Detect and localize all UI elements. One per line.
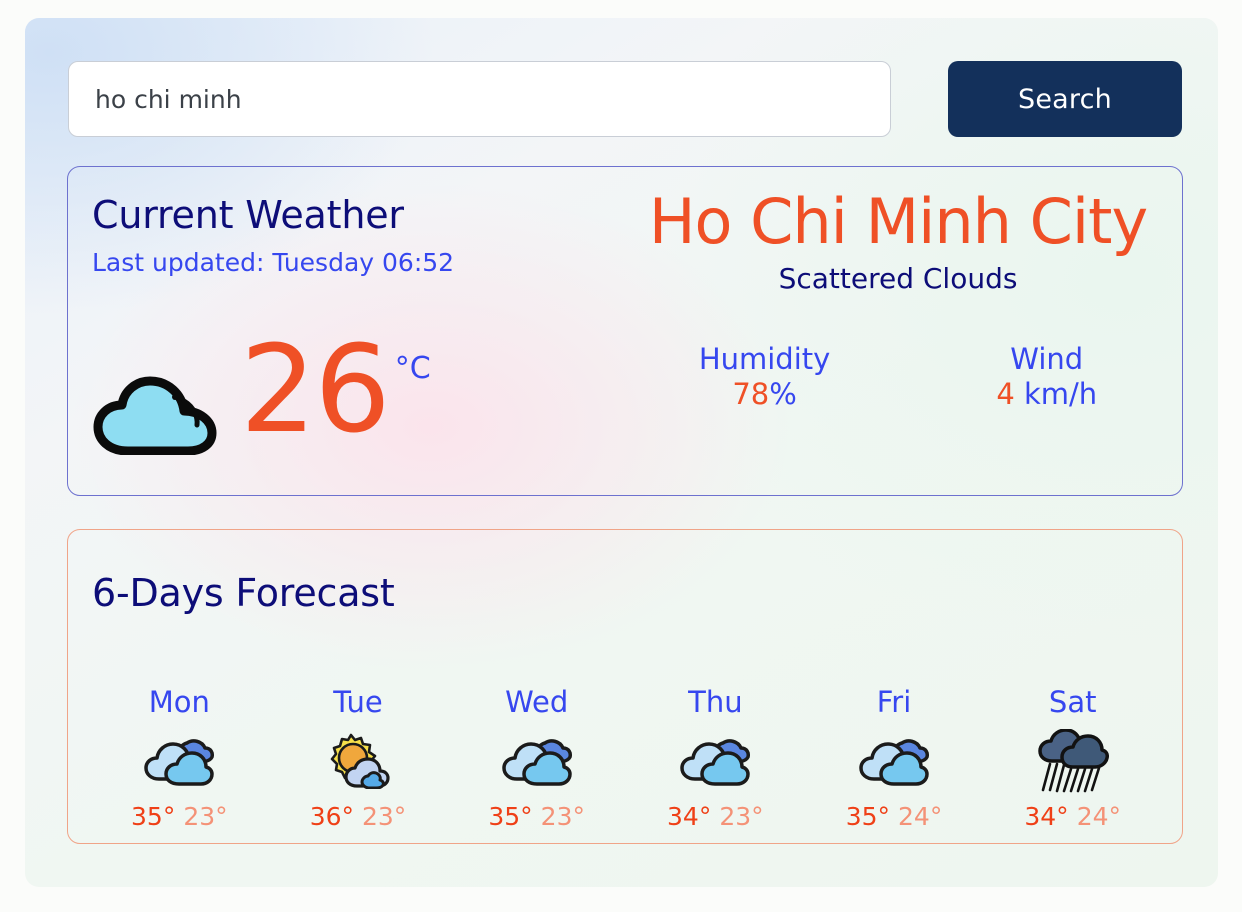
current-temperature-group: 26 °C (92, 321, 431, 460)
forecast-day: Thu 34° 23° (626, 685, 805, 832)
wind-value: 4 km/h (996, 377, 1097, 411)
forecast-high: 35° (845, 802, 891, 831)
last-updated-text: Last updated: Tuesday 06:52 (92, 248, 455, 277)
wind-unit: km/h (1014, 377, 1098, 412)
forecast-day-temps: 35° 23° (90, 802, 269, 831)
forecast-day-temps: 35° 23° (447, 802, 626, 831)
current-weather-heading-group: Current Weather Last updated: Tuesday 06… (92, 193, 454, 277)
forecast-day-name: Mon (148, 685, 210, 719)
forecast-day: Wed 35° 23° (447, 685, 626, 832)
forecast-day-name: Thu (688, 685, 743, 719)
forecast-high: 36° (309, 802, 354, 831)
forecast-day-temps: 36° 23° (269, 802, 448, 831)
broken-clouds-icon (805, 730, 984, 792)
forecast-day: Tue 36° 23° (269, 685, 448, 832)
current-weather-card: Current Weather Last updated: Tuesday 06… (67, 166, 1183, 496)
current-weather-summary: Ho Chi Minh City Scattered Clouds Humidi… (628, 185, 1168, 411)
forecast-day: Mon 35° 23° (90, 685, 269, 832)
humidity-value: 78% (699, 377, 831, 411)
forecast-day-name: Wed (505, 685, 569, 719)
city-name: Ho Chi Minh City (648, 185, 1148, 258)
humidity-number: 78 (732, 377, 770, 412)
forecast-low: 24° (1076, 802, 1121, 831)
weather-metrics: Humidity 78% Wind 4 km/h (628, 341, 1168, 411)
forecast-day: Fri 35° 24° (805, 685, 984, 832)
rain-cloud-icon (983, 729, 1162, 793)
forecast-day-temps: 34° 24° (983, 802, 1162, 831)
forecast-day-name: Sat (1048, 685, 1097, 719)
forecast-day-list: Mon 35° 23° Tue 36° 23° Wed 35° 23° Thu 34° 23° Fri 3… (90, 685, 1162, 832)
broken-clouds-icon (447, 730, 626, 792)
forecast-high: 34° (1024, 802, 1069, 831)
current-weather-title: Current Weather (92, 193, 404, 237)
humidity-metric: Humidity 78% (699, 341, 831, 411)
search-bar: Search (68, 61, 1182, 137)
weather-description: Scattered Clouds (778, 261, 1018, 295)
forecast-low: 24° (898, 802, 943, 831)
forecast-day-temps: 35° 24° (805, 802, 984, 831)
humidity-label: Humidity (698, 341, 831, 376)
weather-app: Search Current Weather Last updated: Tue… (25, 18, 1218, 887)
wind-number: 4 (996, 377, 1015, 412)
sun-behind-cloud-icon (269, 730, 448, 792)
forecast-low: 23° (362, 802, 407, 831)
broken-clouds-icon (626, 730, 805, 792)
forecast-day-name: Fri (876, 685, 912, 719)
current-temperature-value: 26 (240, 321, 391, 460)
forecast-high: 34° (667, 802, 712, 831)
forecast-high: 35° (131, 802, 176, 831)
search-input[interactable] (68, 61, 891, 137)
cloud-icon (92, 365, 232, 459)
forecast-low: 23° (719, 802, 764, 831)
forecast-day-name: Tue (333, 685, 383, 719)
broken-clouds-icon (90, 730, 269, 792)
forecast-day-temps: 34° 23° (626, 802, 805, 831)
humidity-unit: % (769, 377, 797, 412)
forecast-card: 6-Days Forecast Mon 35° 23° Tue 36° 23° Wed 35°… (67, 529, 1183, 844)
forecast-low: 23° (183, 802, 228, 831)
forecast-high: 35° (488, 802, 533, 831)
current-temperature-unit: °C (394, 351, 431, 386)
forecast-day: Sat 34° 24° (983, 685, 1162, 832)
forecast-low: 23° (540, 802, 585, 831)
search-button[interactable]: Search (948, 61, 1182, 137)
wind-label: Wind (1010, 341, 1084, 376)
forecast-title: 6-Days Forecast (92, 571, 395, 615)
wind-metric: Wind 4 km/h (996, 341, 1097, 411)
